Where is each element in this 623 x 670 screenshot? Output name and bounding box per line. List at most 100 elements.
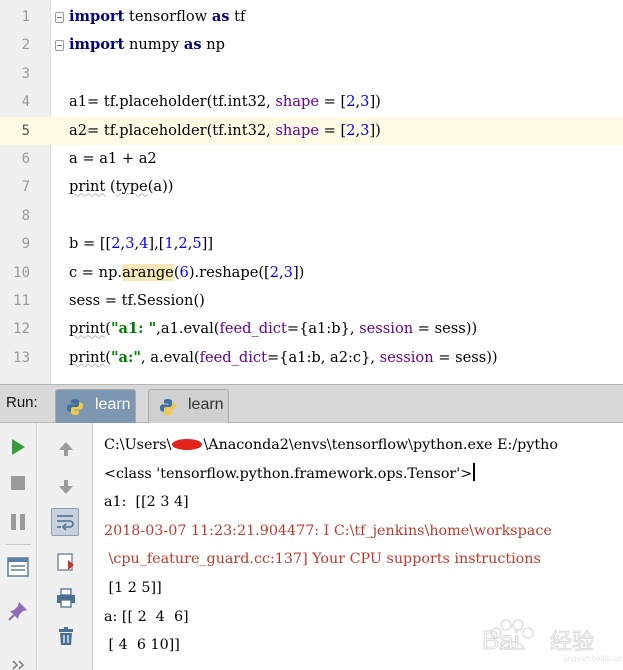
layout-icon — [7, 557, 29, 577]
line-number: 11 — [13, 293, 30, 309]
code-token: , a.eval( — [141, 348, 200, 366]
code-token: ={a1:b, a2:c}, — [266, 348, 380, 366]
fold-toggle-icon[interactable] — [55, 12, 64, 23]
code-editor[interactable]: 1 import tensorflow as tf 2 import numpy as… — [0, 0, 623, 384]
code-token: ).reshape([ — [188, 263, 270, 281]
more-icon — [12, 660, 25, 670]
line-number: 3 — [21, 65, 30, 82]
tab-learn-2[interactable]: learn — [148, 389, 229, 423]
code-text: import numpy as np — [69, 31, 225, 59]
code-token: ]] — [201, 235, 214, 253]
code-line[interactable]: 9 b = [[2,3,4],[1,2,5]] — [0, 230, 623, 258]
code-text: a = a1 + a2 — [69, 145, 157, 173]
console-toolbar — [38, 423, 93, 670]
code-text: print("a:", a.eval(feed_dict={a1:b, a2:c… — [69, 344, 498, 372]
stop-button[interactable] — [4, 469, 32, 497]
pause-icon — [11, 514, 25, 530]
code-token: session — [359, 320, 414, 338]
code-line[interactable]: 10 c = np.arange(6).reshape([2,3]) — [0, 259, 623, 287]
soft-wrap-toggle[interactable] — [51, 508, 79, 536]
code-line[interactable]: 12 print("a1: ",a1.eval(feed_dict={a1:b},… — [0, 315, 623, 343]
print-icon — [57, 588, 75, 608]
code-text: import tensorflow as tf — [69, 3, 245, 31]
line-number: 13 — [13, 349, 30, 366]
code-token: feed_dict — [219, 320, 287, 338]
scroll-up-button[interactable] — [52, 435, 80, 463]
code-line[interactable]: 4 a1= tf.placeholder(tf.int32, shape = [2… — [0, 88, 623, 116]
console-command-line: C:\Users\ \Anaconda2\envs\tensorflow\pyth… — [104, 431, 558, 460]
code-token: 5 — [192, 235, 202, 253]
code-text: b = [[2,3,4],[1,2,5]] — [69, 230, 213, 258]
code-token: ]) — [369, 121, 381, 139]
code-token: ,a1.eval( — [156, 320, 220, 338]
code-token: 2 — [346, 93, 356, 111]
console-stdout-line: <class 'tensorflow.python.framework.ops.… — [104, 460, 476, 489]
scroll-to-end-icon — [57, 553, 74, 571]
code-token: sess = tf.Session() — [69, 292, 205, 309]
line-number: 1 — [21, 9, 30, 25]
code-line[interactable]: 1 import tensorflow as tf — [0, 3, 623, 31]
console-stdout-line: a: [[ 2 4 6] — [104, 603, 189, 632]
line-number: 6 — [21, 151, 30, 167]
code-token: c = np. — [69, 263, 123, 281]
console-stderr-line: \cpu_feature_guard.cc:137] Your CPU supp… — [104, 545, 541, 574]
code-token: print — [69, 320, 106, 338]
code-line[interactable]: 13 print("a:", a.eval(feed_dict={a1:b, a2… — [0, 344, 623, 372]
code-line[interactable]: 5 a2= tf.placeholder(tf.int32, shape = [2… — [0, 116, 623, 145]
restore-layout-button[interactable] — [4, 553, 32, 581]
code-token: "a1: " — [110, 320, 157, 338]
pin-tab-button[interactable] — [4, 597, 32, 625]
tab-label: learn — [95, 396, 131, 413]
code-token: ]) — [369, 93, 381, 111]
clear-all-button[interactable] — [52, 622, 80, 650]
code-line[interactable]: 3 — [0, 60, 623, 88]
svg-text:经验: 经验 — [550, 630, 594, 655]
soft-wrap-icon — [57, 515, 74, 531]
line-number: 4 — [21, 94, 30, 111]
console-text: 2018-03-07 11:23:21.904477: I C:\tf_jenk… — [104, 522, 552, 539]
code-token: import — [69, 36, 125, 54]
code-token: (a)) — [147, 178, 174, 196]
rerun-button[interactable] — [4, 433, 32, 461]
scroll-down-button[interactable] — [52, 473, 80, 501]
python-icon — [160, 399, 176, 415]
code-text: a1= tf.placeholder(tf.int32, shape = [2,… — [69, 88, 381, 116]
code-token: a2= tf.placeholder(tf.int32, — [69, 121, 276, 139]
console-text: \cpu_feature_guard.cc:137] Your CPU supp… — [104, 551, 541, 568]
code-line[interactable]: 7 print (type(a)) — [0, 173, 623, 201]
fold-toggle-icon[interactable] — [55, 40, 64, 52]
code-line[interactable]: 11 sess = tf.Session() — [0, 287, 623, 315]
code-token: 6 — [179, 263, 189, 281]
code-token: print — [69, 348, 106, 366]
scroll-down-icon — [59, 480, 73, 494]
scroll-to-end-button[interactable] — [52, 548, 80, 576]
code-token: 2 — [178, 235, 188, 253]
more-button[interactable] — [4, 651, 32, 670]
scroll-up-icon — [59, 442, 73, 456]
stop-icon — [11, 476, 25, 490]
code-token: shape — [275, 121, 319, 139]
code-text: a2= tf.placeholder(tf.int32, shape = [2,… — [69, 117, 381, 145]
text-cursor — [473, 462, 476, 481]
console-text: <class 'tensorflow.python.framework.ops.… — [104, 465, 473, 482]
pause-button[interactable] — [4, 508, 32, 536]
print-button[interactable] — [52, 584, 80, 612]
code-token: np — [201, 36, 225, 54]
code-token: ],[ — [148, 235, 165, 253]
toolbar-divider — [6, 544, 31, 545]
code-token: feed_dict — [199, 348, 267, 366]
code-token: = sess)) — [433, 348, 498, 366]
line-number: 12 — [13, 321, 30, 338]
code-line[interactable]: 8 — [0, 202, 623, 230]
code-token: "a:" — [110, 348, 142, 366]
code-token: = sess)) — [413, 320, 478, 338]
console-stderr-line: 2018-03-07 11:23:21.904477: I C:\tf_jenk… — [104, 517, 552, 546]
tab-learn-1[interactable]: learn — [55, 389, 136, 423]
line-number: 2 — [21, 37, 30, 54]
code-token: numpy — [124, 36, 184, 54]
code-token: ( — [105, 178, 116, 196]
code-line[interactable]: 6 a = a1 + a2 — [0, 145, 623, 173]
code-token: b = [[ — [69, 235, 112, 253]
code-token: shape — [275, 93, 319, 111]
code-line[interactable]: 2 import numpy as np — [0, 31, 623, 59]
